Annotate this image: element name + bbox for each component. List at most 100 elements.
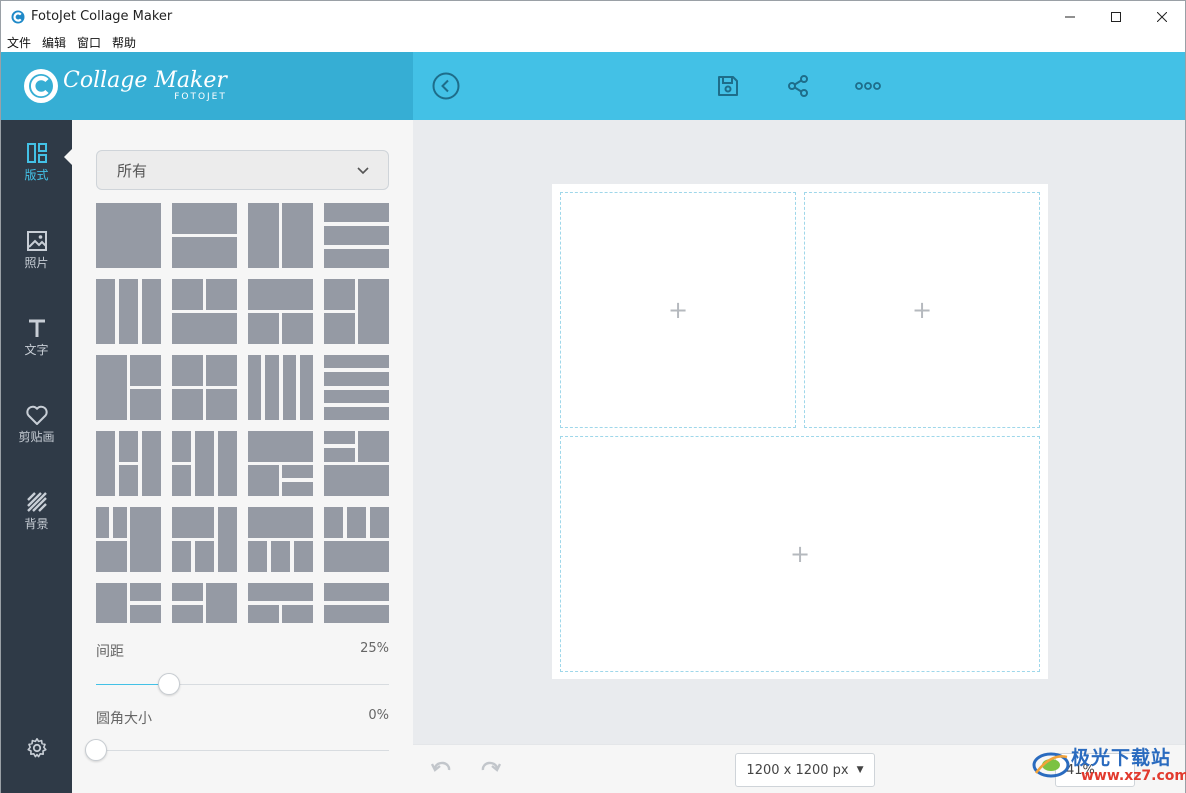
layout-option[interactable] <box>324 583 389 623</box>
settings-button[interactable] <box>26 737 48 763</box>
caret-down-icon: ▼ <box>856 765 864 775</box>
category-dropdown-value: 所有 <box>117 161 148 180</box>
app-window: FotoJet Collage Maker 文件 编辑 窗口 帮助 Collag… <box>0 0 1186 793</box>
menu-window[interactable]: 窗口 <box>77 34 101 51</box>
menu-bar: 文件 编辑 窗口 帮助 <box>1 32 1185 52</box>
nav-item-photo[interactable]: 照片 <box>1 230 72 290</box>
photo-icon <box>26 231 47 251</box>
menu-edit[interactable]: 编辑 <box>42 34 66 51</box>
canvas-size-label: 1200 x 1200 px <box>746 762 849 778</box>
add-photo-icon: + <box>667 296 689 324</box>
share-icon <box>788 75 808 97</box>
corner-slider-handle[interactable] <box>85 739 107 761</box>
layout-option[interactable] <box>96 583 161 623</box>
nav-item-text[interactable]: 文字 <box>1 317 72 377</box>
layout-option[interactable] <box>248 203 313 268</box>
minimize-button[interactable] <box>1047 1 1093 32</box>
undo-icon[interactable] <box>431 760 453 776</box>
gear-icon <box>27 738 47 758</box>
canvas-size-dropdown[interactable]: 1200 x 1200 px ▼ <box>735 753 875 787</box>
menu-file[interactable]: 文件 <box>7 34 31 51</box>
active-indicator <box>64 149 72 165</box>
nav-label-layout: 版式 <box>24 168 49 182</box>
nav-item-layout[interactable]: 版式 <box>1 142 72 202</box>
spacing-row: 间距 25% <box>96 641 389 661</box>
layout-option[interactable] <box>172 355 237 420</box>
layout-option[interactable] <box>248 355 313 420</box>
collage-cell-1[interactable]: + <box>560 192 796 428</box>
more-button[interactable] <box>852 70 884 102</box>
layout-option[interactable] <box>248 431 313 496</box>
layout-option[interactable] <box>172 203 237 268</box>
category-dropdown[interactable]: 所有 <box>96 150 389 190</box>
spacing-value: 25% <box>360 641 389 656</box>
back-circle-icon <box>432 72 460 100</box>
app-logo-icon <box>11 10 25 23</box>
layout-option[interactable] <box>248 583 313 623</box>
layout-option[interactable] <box>96 355 161 420</box>
layout-option[interactable] <box>172 583 237 623</box>
layout-option[interactable] <box>96 431 161 496</box>
chevron-down-icon <box>357 167 369 175</box>
watermark-url: www.xz7.com <box>1081 768 1186 784</box>
add-photo-icon: + <box>911 296 933 324</box>
layout-option[interactable] <box>96 507 161 572</box>
corner-row: 圆角大小 0% <box>96 708 389 728</box>
brand-bar: Collage Maker FOTOJET <box>1 52 413 120</box>
layout-option[interactable] <box>172 507 237 572</box>
layout-icon <box>26 143 47 163</box>
corner-value: 0% <box>368 708 389 723</box>
save-button[interactable] <box>712 70 744 102</box>
nav-label-background: 背景 <box>24 517 49 531</box>
brand-title: Collage Maker <box>63 67 227 93</box>
nav-item-clipart[interactable]: 剪贴画 <box>1 404 72 464</box>
collage-cell-3[interactable]: + <box>560 436 1040 672</box>
window-controls <box>1047 1 1185 32</box>
workspace: + + + <box>413 120 1185 744</box>
brand-subtitle: FOTOJET <box>174 91 227 102</box>
nav-label-clipart: 剪贴画 <box>18 430 55 444</box>
spacing-slider[interactable] <box>96 673 389 695</box>
layout-option[interactable] <box>96 279 161 344</box>
spacing-label: 间距 <box>96 644 124 660</box>
layout-option[interactable] <box>172 279 237 344</box>
share-button[interactable] <box>782 70 814 102</box>
corner-slider[interactable] <box>85 739 389 761</box>
redo-icon[interactable] <box>479 760 501 776</box>
layout-option[interactable] <box>324 431 389 496</box>
maximize-button[interactable] <box>1093 1 1139 32</box>
side-nav: 版式 照片 文字 剪贴画 背景 <box>1 120 72 793</box>
background-icon <box>26 492 47 512</box>
layout-option[interactable] <box>172 431 237 496</box>
close-icon <box>1157 11 1167 22</box>
watermark-logo-icon <box>1032 752 1070 778</box>
layout-option[interactable] <box>248 279 313 344</box>
layout-option[interactable] <box>324 203 389 268</box>
nav-label-photo: 照片 <box>24 256 49 270</box>
top-toolbar <box>413 52 1185 120</box>
nav-label-text: 文字 <box>24 343 49 357</box>
collage-canvas: + + + <box>552 184 1048 679</box>
layout-option[interactable] <box>324 279 389 344</box>
layout-option[interactable] <box>324 355 389 420</box>
corner-label: 圆角大小 <box>96 711 152 727</box>
brand-name: Collage Maker FOTOJET <box>63 67 227 103</box>
more-icon <box>855 82 881 90</box>
menu-help[interactable]: 帮助 <box>112 34 136 51</box>
window-title: FotoJet Collage Maker <box>31 9 173 24</box>
watermark: 极光下载站 www.xz7.com <box>1031 741 1186 791</box>
spacing-slider-handle[interactable] <box>158 673 180 695</box>
collage-cell-2[interactable]: + <box>804 192 1040 428</box>
title-bar: FotoJet Collage Maker <box>1 1 1185 32</box>
layout-option[interactable] <box>324 507 389 572</box>
layout-option[interactable] <box>248 507 313 572</box>
minimize-icon <box>1065 16 1075 17</box>
nav-item-background[interactable]: 背景 <box>1 491 72 551</box>
maximize-icon <box>1111 11 1121 22</box>
text-icon <box>28 319 45 337</box>
heart-icon <box>25 405 48 425</box>
close-button[interactable] <box>1139 1 1185 32</box>
back-button[interactable] <box>430 70 462 102</box>
layout-panel: 所有 间距 25% 圆角大小 0% <box>72 120 413 793</box>
layout-option[interactable] <box>96 203 161 268</box>
